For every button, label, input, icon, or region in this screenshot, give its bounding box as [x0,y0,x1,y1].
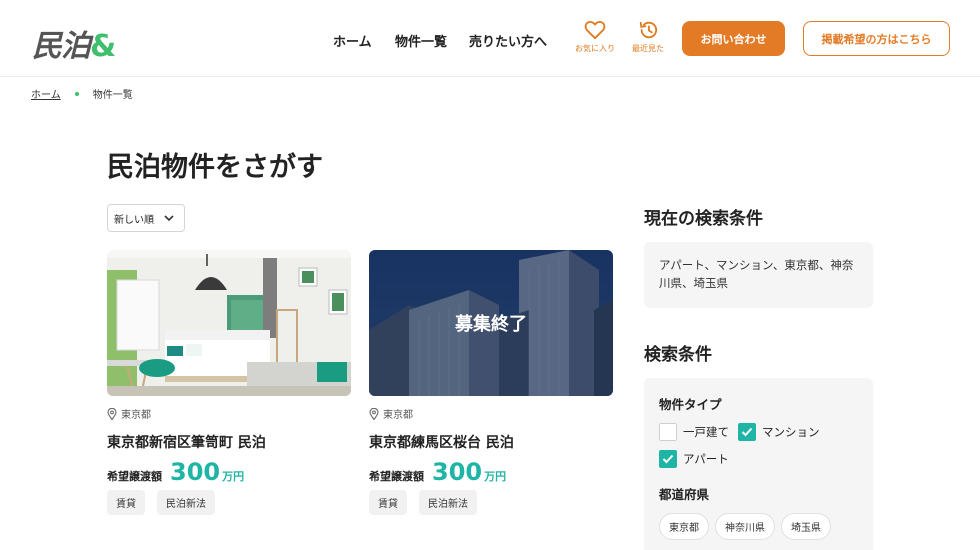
listing-photo[interactable]: 募集終了 [369,250,613,396]
location-text: 東京都 [121,410,151,421]
checkbox-label: マンション [762,425,820,439]
site-logo[interactable]: 民泊& [32,21,116,65]
search-filter-panel: 物件タイプ 一戸建て マンション アパート 都道府県 東京都 神奈川県 埼玉県 [644,378,873,550]
checkbox[interactable] [659,423,677,441]
sort-select[interactable]: 新しい順 [107,204,185,232]
search-conditions-heading: 検索条件 [644,345,712,365]
price-row: 希望譲渡額 300 万円 [369,458,613,486]
price-row: 希望譲渡額 300 万円 [107,458,351,486]
chevron-down-icon [164,214,174,221]
listing-title[interactable]: 東京都練馬区桜台 民泊 [369,432,613,452]
location-pin-icon [107,407,117,420]
tag: 賃貸 [369,490,407,515]
breadcrumb-separator [74,91,79,96]
location-pin-icon [369,407,379,420]
site-header: 民泊& ホーム 物件一覧 売りたい方へ お気に入り 最近見た お問い合わせ 掲載… [0,0,980,77]
closed-overlay: 募集終了 [455,314,527,335]
property-type-option-house[interactable]: 一戸建て [659,423,729,441]
closed-overlay [107,250,351,396]
logo-text: 民泊 [32,29,91,64]
listing-photo[interactable] [107,250,351,396]
price-label: 希望譲渡額 [107,470,162,483]
tag: 民泊新法 [157,490,215,515]
property-type-heading: 物件タイプ [659,397,722,412]
breadcrumb-current: 物件一覧 [92,90,133,101]
listing-title[interactable]: 東京都新宿区筆笥町 民泊 [107,432,351,452]
heart-icon [584,20,606,40]
price-unit: 万円 [484,470,507,483]
price-value: 300 [432,458,483,486]
checkmark-icon [662,454,674,464]
price-unit: 万円 [222,470,245,483]
prefecture-heading: 都道府県 [659,487,710,502]
tag: 賃貸 [107,490,145,515]
listing-card[interactable]: 募集終了 東京都 東京都練馬区桜台 民泊 希望譲渡額 300 万円 賃貸 民泊新… [369,250,613,515]
current-conditions-box: アパート、マンション、東京都、神奈川県、埼玉県 [644,242,873,308]
tag: 民泊新法 [419,490,477,515]
nav-sellers[interactable]: 売りたい方へ [469,31,547,50]
current-conditions-heading: 現在の検索条件 [644,209,763,229]
prefecture-chip[interactable]: 東京都 [659,513,709,540]
recently-viewed-label: 最近見た [632,44,664,53]
favorites-button[interactable]: お気に入り [573,20,617,54]
history-icon [639,21,658,39]
page-title: 民泊物件をさがす [107,152,323,183]
tag-list: 賃貸 民泊新法 [107,490,351,515]
tag-list: 賃貸 民泊新法 [369,490,613,515]
nav-listings[interactable]: 物件一覧 [395,31,447,50]
logo-ampersand: & [90,29,116,64]
listing-location: 東京都 [107,406,351,421]
prefecture-chip[interactable]: 神奈川県 [715,513,775,540]
contact-button[interactable]: お問い合わせ [682,21,785,56]
checkmark-icon [741,427,753,437]
listing-request-button[interactable]: 掲載希望の方はこちら [803,21,950,56]
favorites-label: お気に入り [575,44,615,53]
sort-selected-value: 新しい順 [114,214,154,226]
prefecture-chip[interactable]: 埼玉県 [781,513,831,540]
checkbox-checked[interactable] [659,450,677,468]
recently-viewed-button[interactable]: 最近見た [626,20,670,54]
checkbox-label: アパート [683,452,729,466]
listing-location: 東京都 [369,406,613,421]
prefecture-chips: 東京都 神奈川県 埼玉県 [659,513,858,540]
property-type-option-mansion[interactable]: マンション [738,423,820,441]
location-text: 東京都 [383,410,413,421]
nav-home[interactable]: ホーム [333,31,372,50]
breadcrumb-home[interactable]: ホーム [31,86,61,101]
property-type-options: 一戸建て マンション アパート [659,423,858,468]
checkbox-checked[interactable] [738,423,756,441]
property-type-option-apartment[interactable]: アパート [659,450,858,468]
checkbox-label: 一戸建て [683,425,729,439]
breadcrumb: ホーム 物件一覧 [31,86,133,101]
price-label: 希望譲渡額 [369,470,424,483]
price-value: 300 [170,458,221,486]
listing-card[interactable]: 東京都 東京都新宿区筆笥町 民泊 希望譲渡額 300 万円 賃貸 民泊新法 [107,250,351,515]
